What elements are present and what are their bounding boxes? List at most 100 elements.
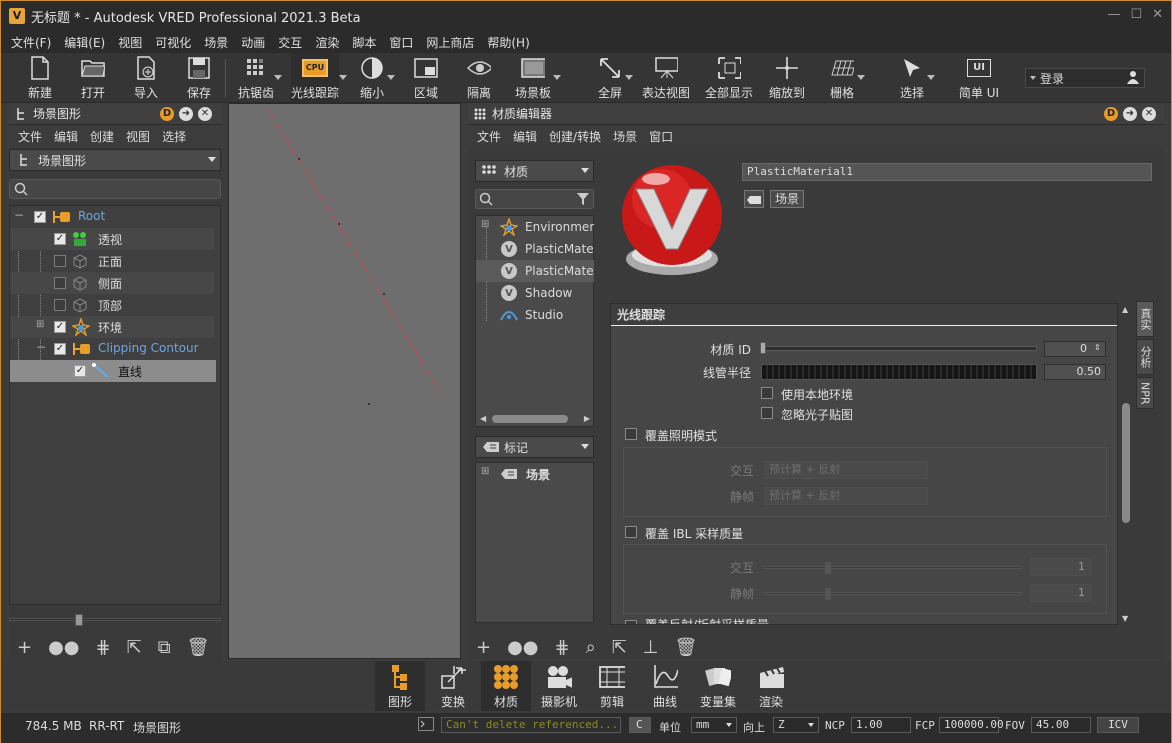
tab-realistic[interactable]: 真实 — [1136, 301, 1154, 337]
dock-graph-button[interactable]: 图形 — [375, 661, 425, 711]
scroll-thumb[interactable] — [1122, 403, 1130, 523]
material-item-plastic-2[interactable]: V PlasticMater — [476, 260, 594, 282]
dock-variant-sets-button[interactable]: 变量集 — [693, 661, 743, 711]
slider-handle[interactable] — [75, 614, 83, 626]
menu-file[interactable]: 文件(F) — [11, 34, 51, 51]
isolate-button[interactable]: 隔离 — [464, 53, 494, 103]
float-arrow-icon[interactable]: ➜ — [179, 107, 193, 121]
visibility-checkbox[interactable] — [54, 277, 66, 289]
sg-menu-file[interactable]: 文件 — [18, 128, 42, 145]
visibility-checkbox[interactable]: ✓ — [74, 365, 86, 377]
new-button[interactable]: 新建 — [25, 53, 55, 103]
visibility-checkbox[interactable] — [54, 299, 66, 311]
material-item-shadow[interactable]: V Shadow — [476, 282, 594, 304]
dock-transform-button[interactable]: 变换 — [428, 661, 478, 711]
region-button[interactable]: 区域 — [411, 53, 441, 103]
filter-funnel-icon[interactable] — [576, 192, 590, 209]
material-item-studio[interactable]: Studio — [476, 304, 594, 326]
tube-radius-field[interactable]: 0.50 — [1044, 364, 1106, 380]
material-item-environment[interactable]: ⊞ Environment — [476, 216, 594, 238]
dock-clip-button[interactable]: 剪辑 — [587, 661, 637, 711]
apply-material-icon[interactable]: ⇱ — [612, 637, 627, 658]
menu-edit[interactable]: 编辑(E) — [64, 34, 105, 51]
import-button[interactable]: 导入 — [131, 53, 161, 103]
switch-icon[interactable]: ⋕ — [555, 637, 570, 658]
override-reflection-checkbox[interactable] — [625, 620, 637, 624]
ibl-still-slider[interactable] — [764, 588, 1022, 600]
raytracing-section-header[interactable]: 光线跟踪 — [611, 304, 1117, 326]
mat-menu-create[interactable]: 创建/转换 — [549, 128, 601, 145]
tab-npr[interactable]: NPR — [1136, 377, 1154, 409]
tag-item-scene[interactable]: ⊞ 场景 — [476, 463, 594, 485]
visibility-checkbox[interactable] — [54, 255, 66, 267]
antialias-button[interactable]: 抗锯齿 — [238, 53, 282, 103]
switch-icon[interactable]: ⋕ — [96, 637, 111, 658]
fcp-field[interactable]: 100000.00 — [939, 717, 1004, 733]
clear-message-button[interactable]: C — [629, 717, 651, 733]
still-mode-combo[interactable]: 预计算 + 反射 — [764, 487, 928, 505]
menu-render[interactable]: 渲染 — [315, 34, 339, 51]
open-button[interactable]: 打开 — [78, 53, 108, 103]
tree-node-line-selected[interactable]: ✓ 直线 — [10, 360, 216, 382]
tube-radius-slider[interactable] — [761, 364, 1037, 380]
sg-menu-edit[interactable]: 编辑 — [54, 128, 78, 145]
ibl-interactive-field[interactable]: 1 — [1030, 558, 1092, 576]
material-list-hscroll[interactable]: ◀ ▶ — [478, 414, 592, 424]
material-search[interactable] — [475, 189, 594, 209]
terminal-icon[interactable] — [418, 717, 434, 731]
tree-node-top[interactable]: 顶部 — [10, 294, 214, 316]
group-icon[interactable]: ●● — [507, 637, 538, 658]
grid-button[interactable]: 栅格 — [827, 53, 865, 103]
expand-icon[interactable]: ⊞ — [481, 219, 489, 230]
ncp-field[interactable]: 1.00 — [851, 717, 911, 733]
properties-scrollbar[interactable]: ▲ ▼ — [1120, 303, 1132, 625]
raytrace-button[interactable]: CPU 光线跟踪 — [291, 53, 347, 103]
assign-icon[interactable]: ⊥ — [643, 637, 659, 658]
material-item-plastic-1[interactable]: V PlasticMater — [476, 238, 594, 260]
menu-script[interactable]: 脚本 — [352, 34, 376, 51]
zoom-to-button[interactable]: 缩放到 — [769, 53, 805, 103]
menu-view[interactable]: 视图 — [118, 34, 142, 51]
login-field[interactable]: 登录 — [1025, 68, 1145, 88]
up-axis-select[interactable]: Z — [773, 717, 819, 733]
scroll-thumb[interactable] — [492, 415, 568, 423]
use-local-env-checkbox[interactable] — [761, 387, 773, 399]
save-button[interactable]: 保存 — [184, 53, 214, 103]
panel-close-icon[interactable]: ✕ — [1142, 107, 1156, 121]
sg-menu-view[interactable]: 视图 — [126, 128, 150, 145]
material-name-field[interactable]: PlasticMaterial1 — [742, 163, 1152, 181]
mat-menu-edit[interactable]: 编辑 — [513, 128, 537, 145]
fullscreen-button[interactable]: 全屏 — [595, 53, 633, 103]
mat-menu-scene[interactable]: 场景 — [613, 128, 637, 145]
ibl-interactive-slider[interactable] — [764, 562, 1022, 574]
presentation-button[interactable]: 表达视图 — [642, 53, 690, 103]
ibl-still-field[interactable]: 1 — [1030, 584, 1092, 602]
dock-render-button[interactable]: 渲染 — [746, 661, 796, 711]
expand-icon[interactable]: ⊞ — [36, 319, 44, 330]
dock-material-button[interactable]: 材质 — [481, 661, 531, 711]
tree-node-environment[interactable]: ⊞ ✓ 环境 — [10, 316, 214, 338]
tag-button[interactable] — [744, 190, 764, 208]
material-id-slider[interactable] — [760, 342, 1037, 354]
tree-node-side[interactable]: 侧面 — [10, 272, 214, 294]
scenegraph-view-combo[interactable]: 场景图形 — [9, 149, 221, 171]
simple-ui-button[interactable]: UI 简单 UI — [957, 53, 1001, 103]
tree-node-perspective[interactable]: ✓ 透视 — [10, 228, 214, 250]
override-lighting-checkbox[interactable] — [625, 428, 637, 440]
menu-animation[interactable]: 动画 — [241, 34, 265, 51]
icv-button[interactable]: ICV — [1097, 717, 1139, 733]
dock-camera-button[interactable]: 摄影机 — [534, 661, 584, 711]
scenegraph-search[interactable] — [9, 179, 221, 199]
menu-window[interactable]: 窗口 — [389, 34, 413, 51]
unit-select[interactable]: mm — [691, 717, 737, 733]
menu-scene[interactable]: 场景 — [204, 34, 228, 51]
move-up-icon[interactable]: ⇱ — [127, 637, 142, 658]
add-node-icon[interactable]: + — [17, 637, 32, 658]
group-icon[interactable]: ●● — [48, 637, 79, 658]
show-all-button[interactable]: 全部显示 — [705, 53, 753, 103]
visibility-checkbox[interactable]: ✓ — [34, 211, 46, 223]
dock-pin-icon[interactable]: D — [160, 107, 174, 121]
tree-node-clipping-contour[interactable]: − ✓ Clipping Contour — [10, 338, 214, 360]
sg-menu-select[interactable]: 选择 — [162, 128, 186, 145]
dock-pin-icon[interactable]: D — [1104, 107, 1118, 121]
